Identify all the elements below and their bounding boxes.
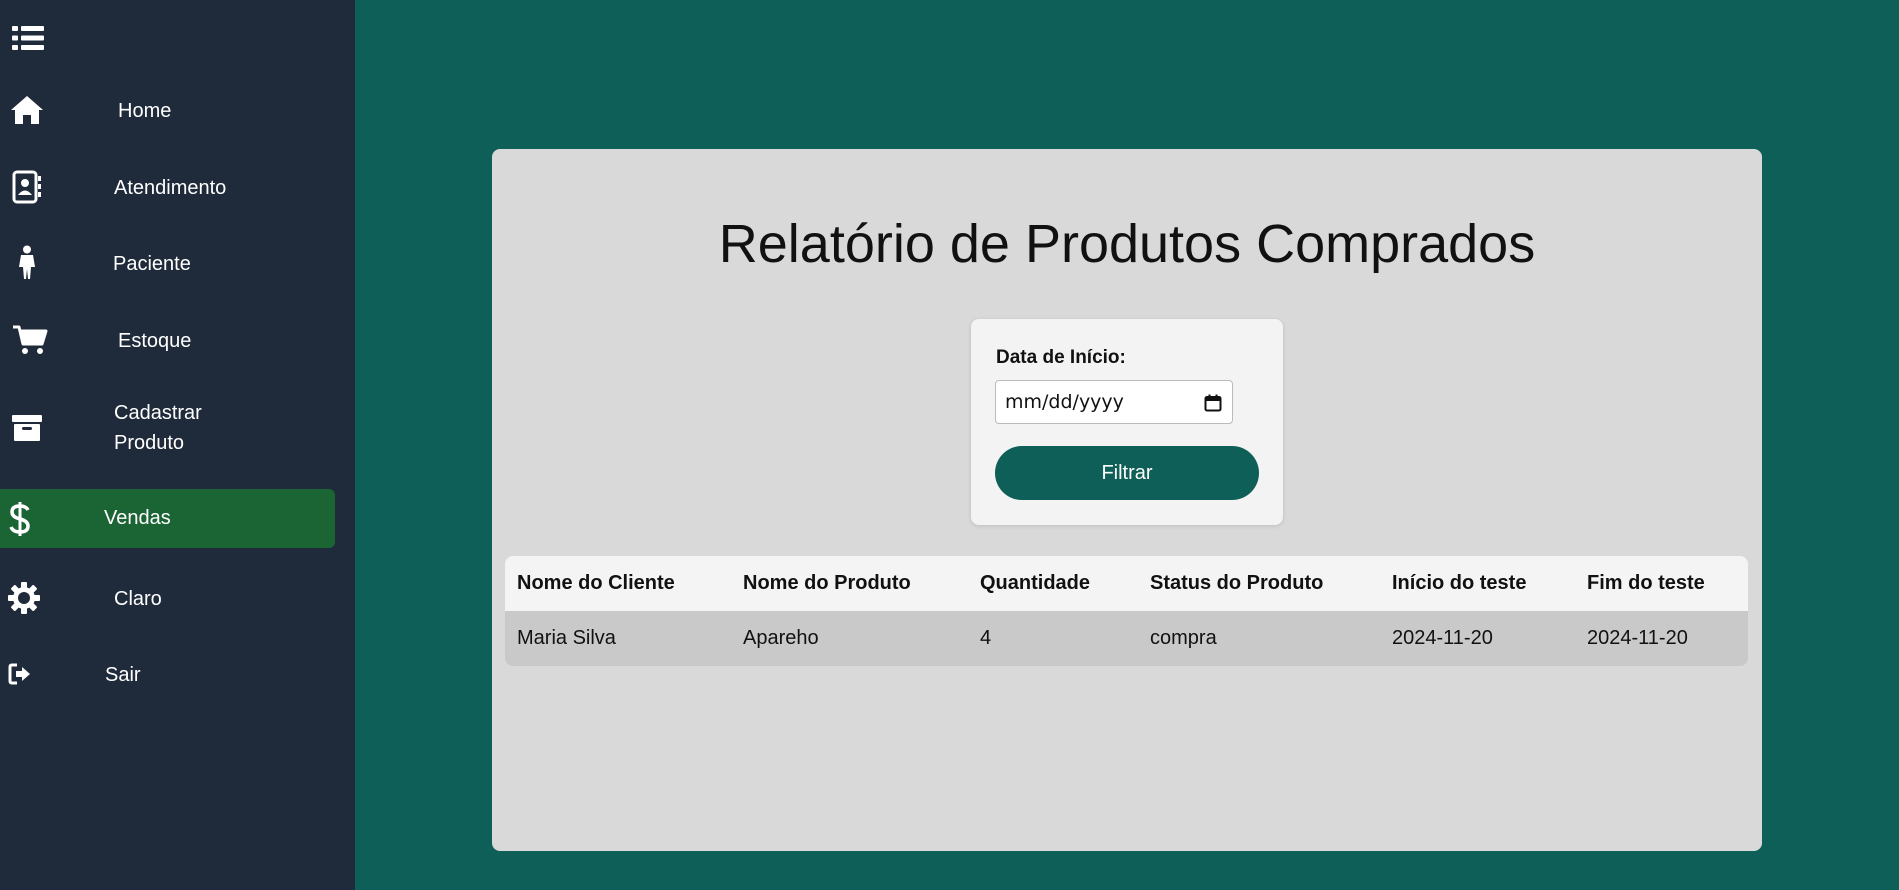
column-header: Nome do Cliente bbox=[517, 572, 675, 594]
table-header-row: Nome do Cliente Nome do Produto Quantida… bbox=[505, 556, 1748, 611]
column-header: Quantidade bbox=[980, 572, 1091, 594]
start-date-label: Data de Início: bbox=[996, 347, 1126, 368]
archive-box-icon bbox=[9, 410, 45, 446]
sidebar-item-label: Paciente bbox=[113, 253, 191, 275]
sidebar-item-estoque[interactable]: Estoque bbox=[0, 318, 335, 362]
date-placeholder: mm/dd/yyyy bbox=[1005, 391, 1124, 413]
sidebar-item-label: Atendimento bbox=[114, 177, 227, 199]
table-cell: 4 bbox=[980, 627, 992, 649]
table-cell: 2024-11-20 bbox=[1392, 627, 1493, 649]
sidebar-item-label: Vendas bbox=[104, 507, 171, 529]
table-cell: Apareho bbox=[743, 627, 819, 649]
sidebar-item-label: Claro bbox=[114, 588, 162, 610]
home-icon bbox=[9, 92, 45, 128]
cart-icon bbox=[10, 322, 50, 358]
sign-out-icon bbox=[2, 656, 38, 692]
list-menu-icon[interactable] bbox=[12, 24, 44, 52]
sidebar-item-atendimento[interactable]: Atendimento bbox=[0, 165, 335, 209]
table-cell: 2024-11-20 bbox=[1587, 627, 1688, 649]
filter-button[interactable]: Filtrar bbox=[995, 446, 1259, 500]
report-panel: Relatório de Produtos Comprados Data de … bbox=[492, 149, 1762, 851]
sidebar-item-cadastrar-produto[interactable]: Cadastrar Produto bbox=[0, 396, 335, 460]
sidebar-item-label: Sair bbox=[105, 664, 141, 686]
gear-icon bbox=[6, 580, 42, 616]
sidebar-item-label-line2: Produto bbox=[114, 432, 185, 454]
column-header: Nome do Produto bbox=[743, 572, 911, 594]
column-header: Início do teste bbox=[1392, 572, 1527, 594]
sidebar-item-sair[interactable]: Sair bbox=[0, 652, 335, 696]
sales-table: Nome do Cliente Nome do Produto Quantida… bbox=[505, 556, 1748, 666]
sidebar-item-home[interactable]: Home bbox=[0, 88, 335, 132]
sidebar-item-claro[interactable]: Claro bbox=[0, 576, 335, 620]
sidebar-item-paciente[interactable]: Paciente bbox=[0, 241, 335, 285]
contact-book-icon bbox=[9, 169, 45, 205]
person-icon bbox=[9, 245, 45, 281]
table-cell: compra bbox=[1150, 627, 1217, 649]
column-header: Fim do teste bbox=[1587, 572, 1705, 594]
sidebar-item-vendas[interactable]: Vendas bbox=[0, 489, 335, 548]
sidebar-item-label: Cadastrar bbox=[114, 402, 202, 424]
table-cell: Maria Silva bbox=[517, 627, 616, 649]
table-row: Maria Silva Apareho 4 compra 2024-11-20 … bbox=[505, 611, 1748, 666]
filter-card: Data de Início: mm/dd/yyyy Filtrar bbox=[971, 319, 1283, 525]
dollar-icon bbox=[2, 501, 38, 537]
page-title: Relatório de Produtos Comprados bbox=[718, 214, 1536, 274]
column-header: Status do Produto bbox=[1150, 572, 1324, 594]
sidebar: Home Atendimento Paciente Estoque Cadast… bbox=[0, 0, 355, 890]
calendar-icon[interactable] bbox=[1204, 394, 1222, 412]
sidebar-item-label: Home bbox=[118, 100, 172, 122]
start-date-input[interactable]: mm/dd/yyyy bbox=[995, 380, 1233, 424]
sidebar-item-label: Estoque bbox=[118, 330, 192, 352]
